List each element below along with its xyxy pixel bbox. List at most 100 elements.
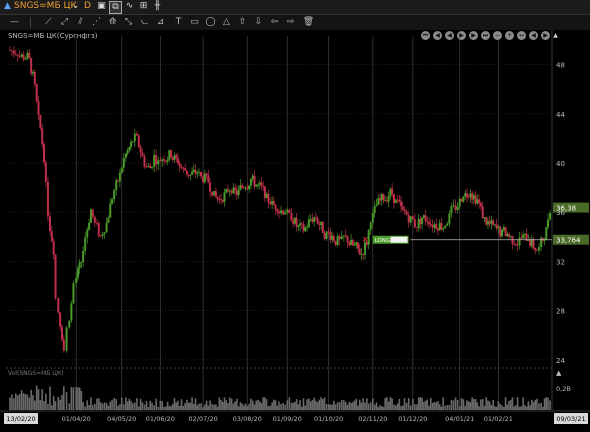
- chart-nav-button-icon[interactable]: ◀: [529, 31, 538, 40]
- chart-nav-button-icon[interactable]: ⏭: [481, 31, 490, 40]
- candle-body: [54, 254, 57, 299]
- candle-body: [124, 153, 127, 159]
- volume-bar: [75, 386, 78, 410]
- angle-tool-icon[interactable]: ⊿: [154, 16, 167, 29]
- volume-bar: [476, 402, 479, 410]
- chart-nav-button-icon[interactable]: ▶: [469, 31, 478, 40]
- candle-body: [176, 157, 179, 164]
- volume-scale-up-icon[interactable]: ▲: [556, 369, 562, 377]
- ellipse-tool-icon[interactable]: ◯: [204, 16, 217, 29]
- channel-tool-icon[interactable]: ⫽: [74, 16, 87, 29]
- candle-body: [265, 193, 268, 199]
- candle-body: [316, 218, 319, 224]
- candle-body: [502, 227, 505, 230]
- volume-bar: [316, 402, 319, 410]
- text-tool-icon[interactable]: T: [172, 16, 185, 29]
- volume-bar: [304, 405, 307, 410]
- candle-body: [297, 225, 300, 227]
- candle-body: [286, 209, 289, 213]
- volume-bar: [228, 397, 231, 410]
- delete-tool-icon[interactable]: 🗑: [302, 16, 315, 29]
- price-scale-up-icon[interactable]: ▲: [551, 31, 560, 40]
- volume-bar: [99, 402, 102, 410]
- symbol-selector[interactable]: SNGS=МБ ЦК: [14, 1, 77, 11]
- chart-nav-button-icon[interactable]: ▶: [541, 31, 550, 40]
- candle-body: [88, 222, 91, 230]
- arrow-right-tool-icon[interactable]: ⇨: [284, 16, 297, 29]
- chart-nav-button-icon[interactable]: ↔: [517, 31, 526, 40]
- candle-body: [168, 150, 171, 160]
- volume-bar: [143, 404, 146, 410]
- volume-bar: [16, 395, 19, 410]
- multi-chart-icon[interactable]: ⧉: [109, 1, 122, 14]
- cancel-order-icon[interactable]: ✕: [362, 236, 370, 246]
- candle-body: [472, 195, 475, 200]
- chart-nav-button-icon[interactable]: +: [505, 31, 514, 40]
- chart-nav-button-icon[interactable]: ⏮: [421, 31, 430, 40]
- save-icon[interactable]: ▣: [96, 1, 107, 12]
- volume-bar: [86, 400, 89, 410]
- date-tick-label: 01/06/20: [146, 415, 175, 423]
- compare-icon[interactable]: ∿: [124, 1, 135, 12]
- ray-tool-icon[interactable]: ⟋: [42, 16, 55, 29]
- pitchfork-tool-icon[interactable]: ⟰: [106, 16, 119, 29]
- volume-bar: [444, 405, 447, 410]
- volume-bar: [375, 402, 378, 410]
- volume-bar: [39, 399, 42, 410]
- price-tick-label: 32: [556, 258, 565, 266]
- candle-body: [164, 160, 167, 162]
- candle-body: [311, 218, 314, 222]
- chevron-down-icon[interactable]: ⌄: [70, 1, 81, 12]
- candle-body: [377, 198, 380, 205]
- line-tool-icon[interactable]: —: [8, 16, 21, 29]
- indicator-icon[interactable]: ⊞: [138, 1, 149, 12]
- candle-body: [76, 268, 79, 278]
- chart-nav-button-icon[interactable]: ◀: [445, 31, 454, 40]
- triangle-icon[interactable]: ▲: [2, 1, 13, 12]
- date-tick-label: 02/11/20: [358, 415, 387, 423]
- candle-body: [196, 172, 199, 174]
- chart-nav-button-icon[interactable]: −: [493, 31, 502, 40]
- volume-bar: [125, 397, 127, 410]
- candle-body: [89, 209, 92, 223]
- candle-body: [113, 190, 116, 200]
- candle-body: [340, 236, 343, 240]
- bar-type-icon[interactable]: ╫: [152, 1, 163, 12]
- volume-bar: [504, 397, 507, 410]
- candle-body: [320, 221, 323, 225]
- candle-body: [276, 209, 279, 212]
- price-chart[interactable]: 36,38✕ LONG 33,764 4844403632282401/04/20 0…: [0, 30, 590, 432]
- candle-body: [166, 159, 169, 162]
- candle-body: [22, 54, 25, 60]
- volume-bar: [478, 406, 480, 410]
- fan-tool-icon[interactable]: ⦦: [138, 16, 151, 29]
- chart-nav-button-icon[interactable]: ▶: [457, 31, 466, 40]
- candle-body: [508, 233, 511, 237]
- candle-body: [300, 223, 303, 225]
- chart-nav-button-icon[interactable]: ◀: [433, 31, 442, 40]
- volume-bar: [446, 405, 449, 410]
- arrow-left-tool-icon[interactable]: ⇦: [268, 16, 281, 29]
- volume-bar: [216, 406, 219, 410]
- period-selector[interactable]: D: [84, 1, 91, 11]
- arrow-down-tool-icon[interactable]: ⇩: [252, 16, 265, 29]
- candle-body: [497, 226, 500, 229]
- volume-bar: [400, 406, 402, 410]
- rectangle-tool-icon[interactable]: ▭: [188, 16, 201, 29]
- candle-body: [235, 190, 238, 195]
- trendline-tool-icon[interactable]: ⤢: [58, 16, 71, 29]
- candle-body: [547, 219, 549, 228]
- gann-tool-icon[interactable]: ⤡: [122, 16, 135, 29]
- fibonacci-tool-icon[interactable]: ⋰: [90, 16, 103, 29]
- volume-bar: [221, 401, 224, 410]
- volume-bar: [239, 402, 242, 410]
- volume-bar: [294, 401, 296, 410]
- volume-bar: [180, 399, 183, 410]
- volume-bar: [338, 402, 341, 410]
- candle-body: [391, 188, 394, 195]
- volume-bar: [490, 405, 493, 410]
- arrow-up-tool-icon[interactable]: ⇧: [236, 16, 249, 29]
- order-qty-box[interactable]: [390, 236, 408, 243]
- start-date-label: 13/02/20: [6, 415, 35, 423]
- triangle-tool-icon[interactable]: △: [220, 16, 233, 29]
